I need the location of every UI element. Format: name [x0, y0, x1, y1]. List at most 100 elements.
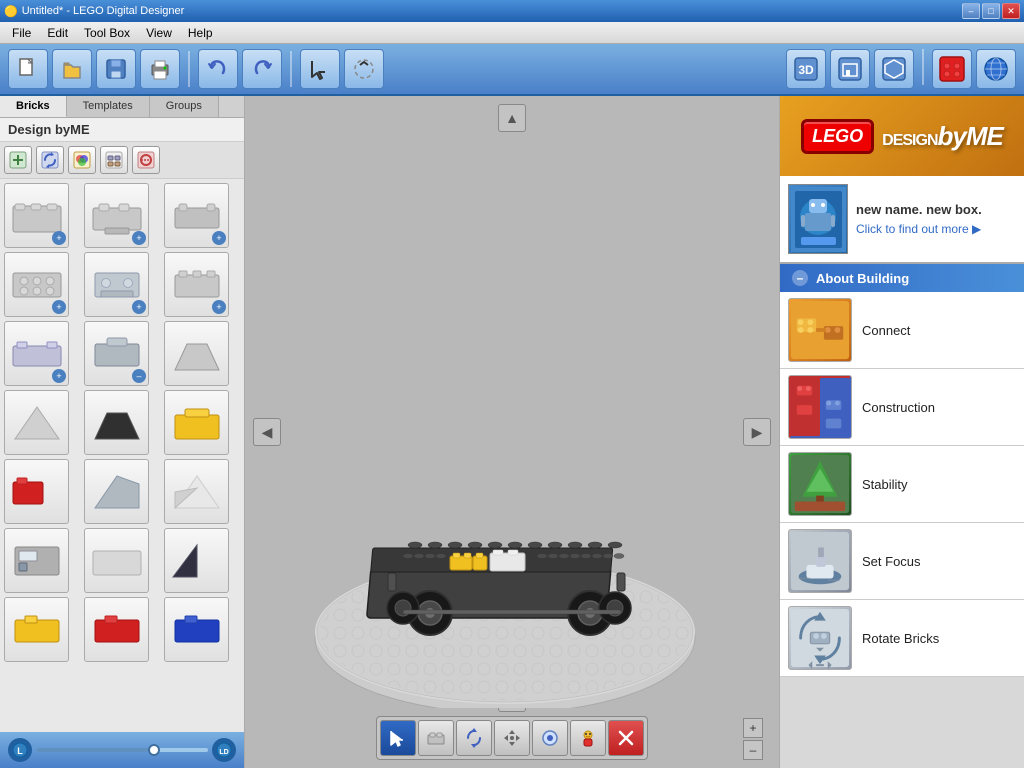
right-content: – About Building: [780, 264, 1024, 768]
redo-button[interactable]: [242, 49, 282, 89]
design-header: Design byME: [0, 118, 244, 142]
promo-box[interactable]: new name. new box. Click to find out mor…: [780, 176, 1024, 264]
character-tool[interactable]: [570, 720, 606, 756]
guide-label-construction: Construction: [862, 400, 935, 415]
by-text: by: [938, 121, 966, 151]
brick-item[interactable]: +: [4, 321, 69, 386]
promo-title: new name. new box.: [856, 200, 982, 220]
menu-help[interactable]: Help: [180, 24, 221, 42]
help-cursor-button[interactable]: [344, 49, 384, 89]
guide-item-setfocus[interactable]: Set Focus: [780, 523, 1024, 600]
view-building-button[interactable]: [830, 49, 870, 89]
brick-item[interactable]: [164, 459, 229, 524]
promo-cta[interactable]: Click to find out more ▶: [856, 220, 982, 238]
nav-right-arrow[interactable]: ▶: [743, 418, 771, 446]
brick-item[interactable]: [164, 597, 229, 662]
svg-text:L: L: [17, 746, 23, 756]
save-button[interactable]: [96, 49, 136, 89]
nav-up-arrow[interactable]: ▲: [498, 104, 526, 132]
close-button[interactable]: ✕: [1002, 3, 1020, 19]
filter-color[interactable]: [68, 146, 96, 174]
brick-item[interactable]: +: [4, 183, 69, 248]
brick-item[interactable]: [84, 459, 149, 524]
brick-tool[interactable]: [418, 720, 454, 756]
menu-view[interactable]: View: [138, 24, 180, 42]
svg-text:LD: LD: [219, 749, 228, 756]
brick-item[interactable]: [84, 528, 149, 593]
brick-badge: +: [52, 300, 66, 314]
guide-item-construction[interactable]: Construction: [780, 369, 1024, 446]
brick-item[interactable]: –: [84, 321, 149, 386]
brick-item[interactable]: [164, 390, 229, 455]
tabs: Bricks Templates Groups: [0, 96, 244, 118]
brick-item[interactable]: [84, 597, 149, 662]
brick-item[interactable]: [164, 528, 229, 593]
move-tool[interactable]: [494, 720, 530, 756]
select-button[interactable]: [300, 49, 340, 89]
toolbar-separator-3: [922, 49, 924, 85]
view3d-button[interactable]: 3D: [786, 49, 826, 89]
paint-tool[interactable]: [532, 720, 568, 756]
zoom-in-button[interactable]: +: [743, 718, 763, 738]
filter-refresh[interactable]: [36, 146, 64, 174]
window-title: Untitled* - LEGO Digital Designer: [22, 5, 185, 17]
lego-header: LEGO DESIGNbyME: [780, 96, 1024, 176]
brick-tool-button[interactable]: [932, 49, 972, 89]
minimize-button[interactable]: –: [962, 3, 980, 19]
tab-templates[interactable]: Templates: [67, 96, 150, 117]
lego-badge: LEGO: [801, 119, 874, 154]
menu-file[interactable]: File: [4, 24, 39, 42]
new-button[interactable]: [8, 49, 48, 89]
main: Bricks Templates Groups Design byME: [0, 96, 1024, 768]
titlebar-controls: – □ ✕: [962, 3, 1020, 19]
toolbar-separator-2: [290, 51, 292, 87]
brick-item[interactable]: [164, 321, 229, 386]
brick-grid: + + + + +: [0, 179, 244, 732]
brick-item[interactable]: [84, 390, 149, 455]
menubar: File Edit Tool Box View Help: [0, 22, 1024, 44]
build-scene[interactable]: [295, 408, 715, 708]
guide-label-setfocus: Set Focus: [862, 554, 921, 569]
menu-toolbox[interactable]: Tool Box: [76, 24, 138, 42]
zoom-slider[interactable]: [36, 748, 208, 752]
maximize-button[interactable]: □: [982, 3, 1000, 19]
section-header[interactable]: – About Building: [780, 264, 1024, 292]
brick-item[interactable]: +: [84, 252, 149, 317]
brick-item[interactable]: [4, 390, 69, 455]
print-button[interactable]: [140, 49, 180, 89]
zoom-out-button[interactable]: –: [743, 740, 763, 760]
undo-button[interactable]: [198, 49, 238, 89]
lego-bottom-icon-right[interactable]: LD: [212, 738, 236, 762]
open-button[interactable]: [52, 49, 92, 89]
brick-item[interactable]: [4, 597, 69, 662]
globe-button[interactable]: [976, 49, 1016, 89]
guide-item-rotatebricks[interactable]: Rotate Bricks: [780, 600, 1024, 677]
nav-left-arrow[interactable]: ◀: [253, 418, 281, 446]
brick-item[interactable]: +: [164, 252, 229, 317]
view-box-button[interactable]: [874, 49, 914, 89]
guide-thumb-rotatebricks: [788, 606, 852, 670]
section-collapse-icon[interactable]: –: [792, 270, 808, 286]
canvas-toolbar: [376, 716, 648, 760]
brick-item[interactable]: [4, 528, 69, 593]
menu-edit[interactable]: Edit: [39, 24, 76, 42]
guide-thumb-stability: [788, 452, 852, 516]
guide-item-connect[interactable]: Connect: [780, 292, 1024, 369]
brick-item[interactable]: +: [164, 183, 229, 248]
brick-item[interactable]: +: [4, 252, 69, 317]
tab-bricks[interactable]: Bricks: [0, 96, 67, 117]
brick-item[interactable]: +: [84, 183, 149, 248]
select-tool[interactable]: [380, 720, 416, 756]
tab-groups[interactable]: Groups: [150, 96, 219, 117]
app-icon: 🟡: [4, 5, 18, 18]
canvas-area: ▲ ◀ ▶ ▼: [245, 96, 779, 768]
guide-item-stability[interactable]: Stability: [780, 446, 1024, 523]
filter-reset[interactable]: [132, 146, 160, 174]
brick-item[interactable]: [4, 459, 69, 524]
rotate-tool[interactable]: [456, 720, 492, 756]
filter-shape[interactable]: [100, 146, 128, 174]
delete-tool[interactable]: [608, 720, 644, 756]
filter-add[interactable]: [4, 146, 32, 174]
section-title: About Building: [816, 271, 909, 286]
lego-bottom-icon[interactable]: L: [8, 738, 32, 762]
